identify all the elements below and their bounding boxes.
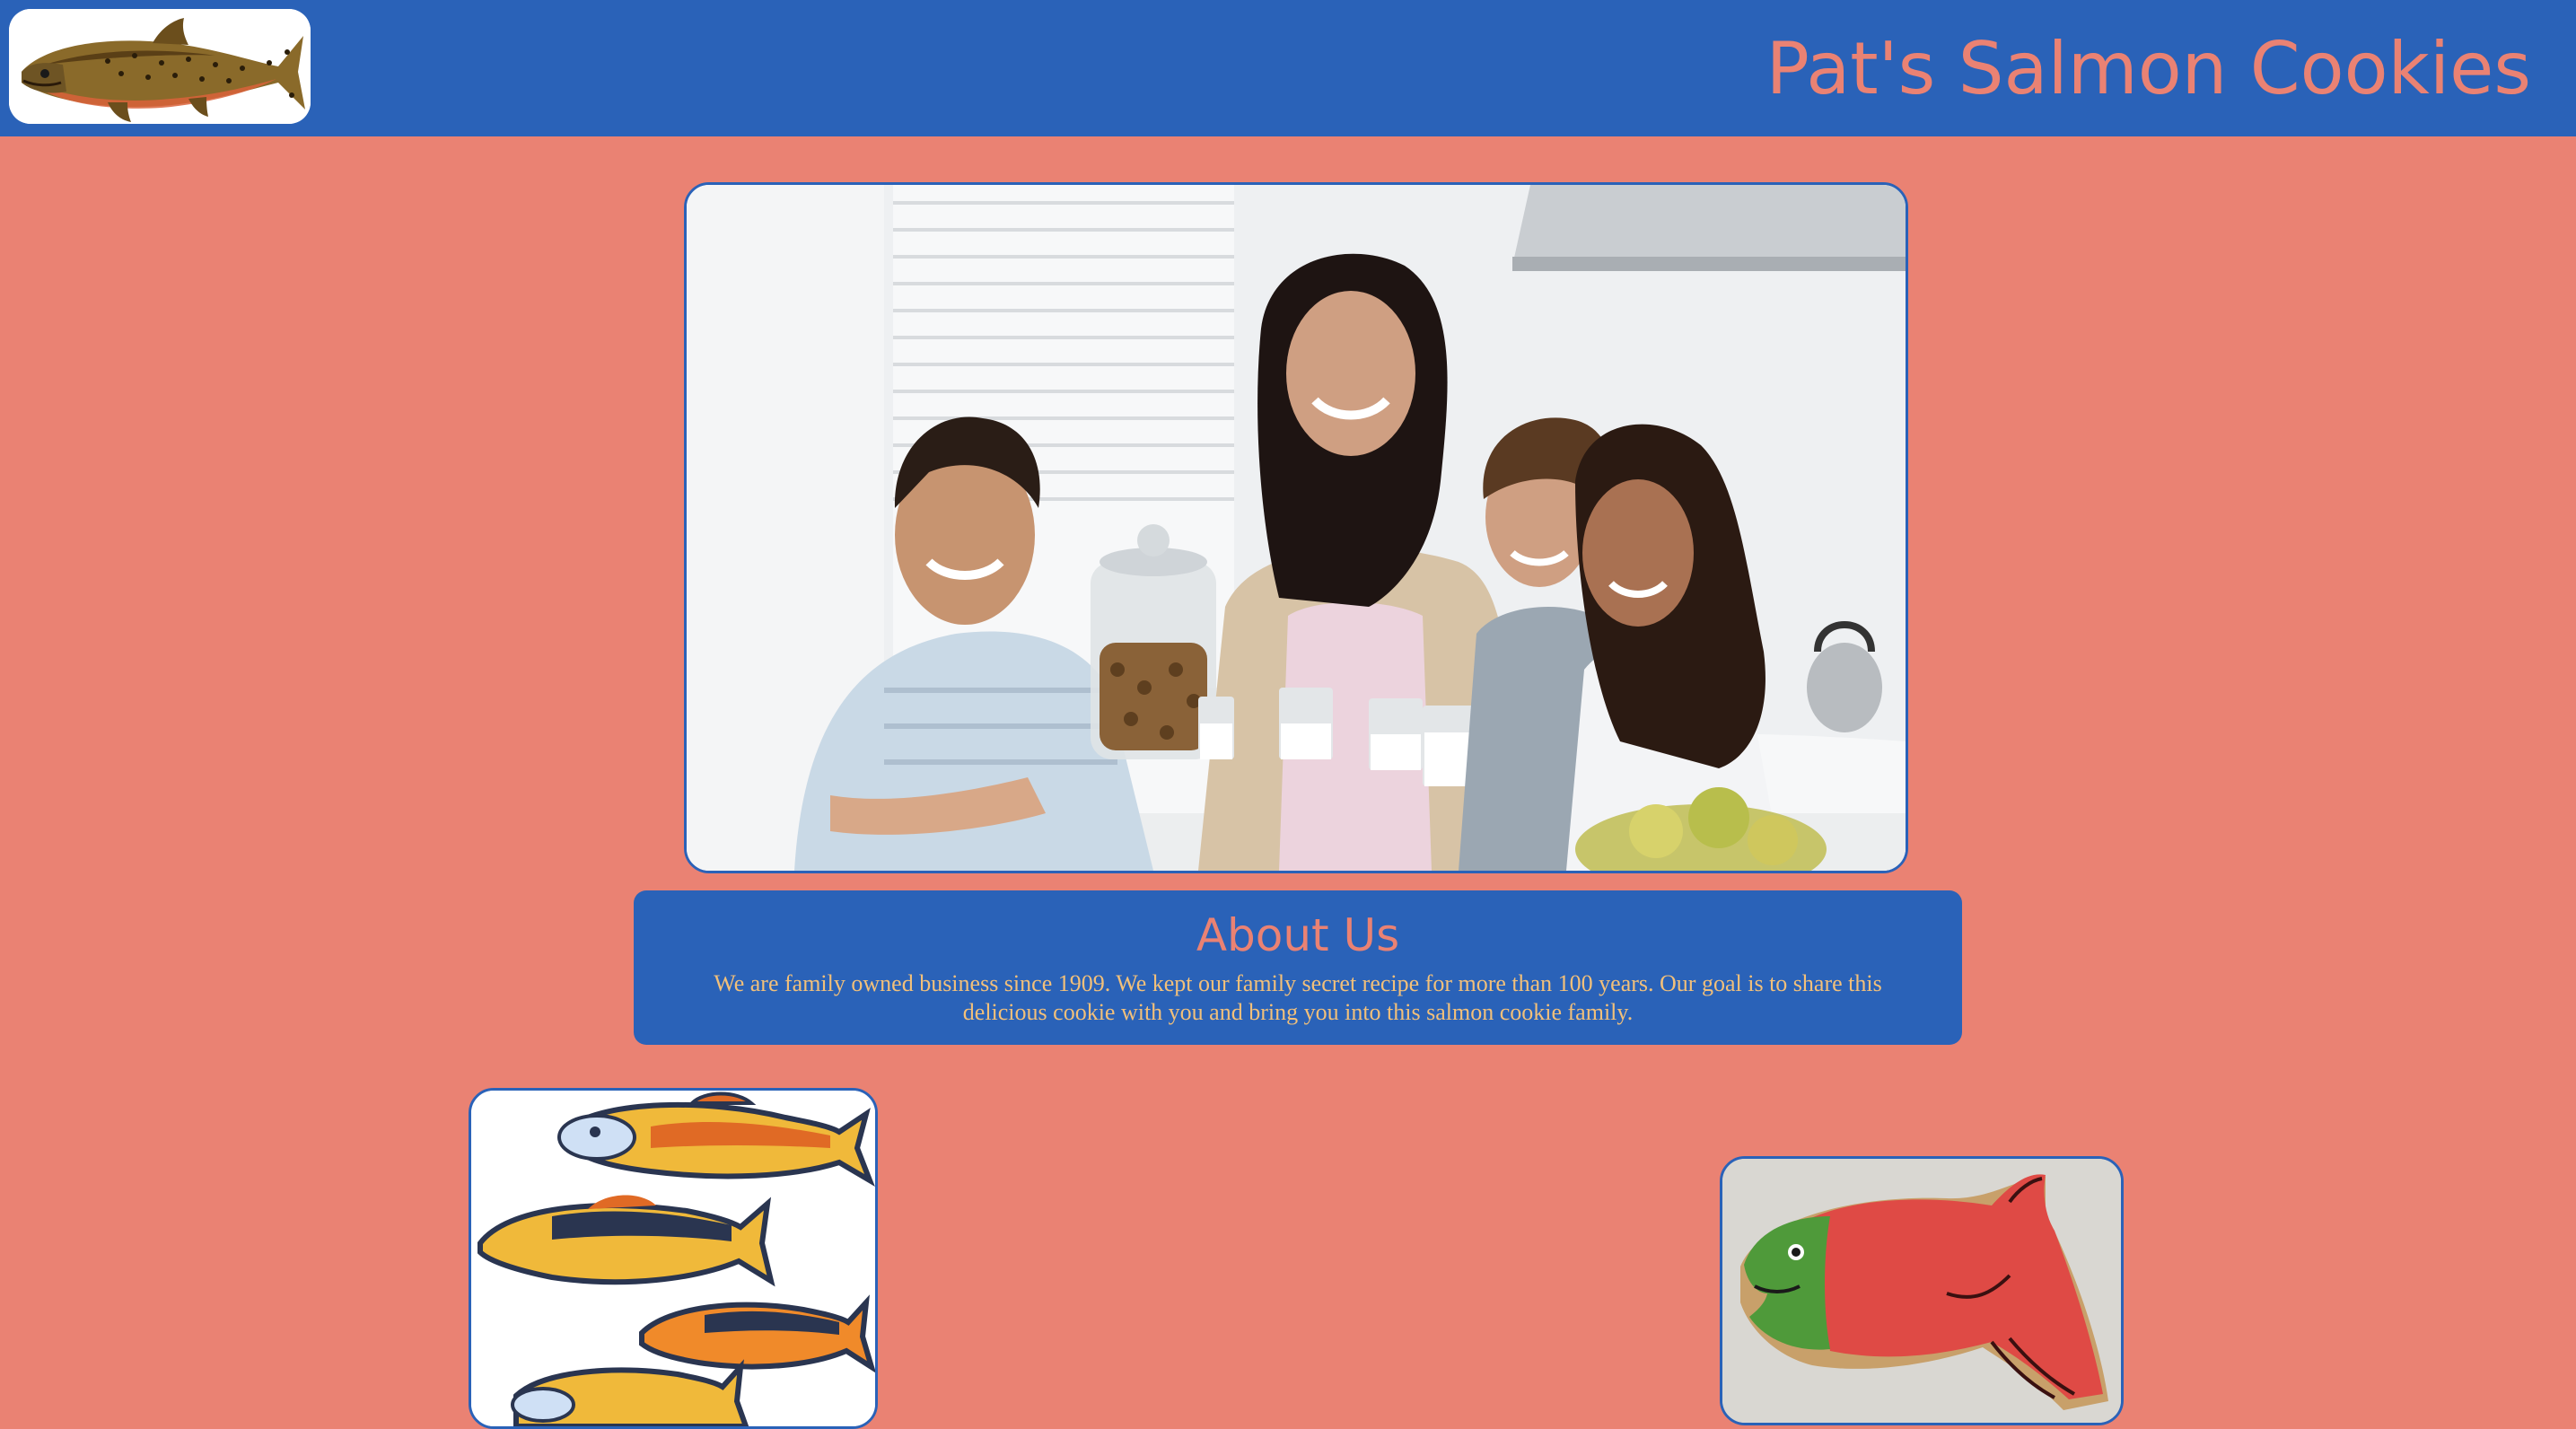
decorated-salmon-cookies-photo [469, 1088, 878, 1429]
site-header: Pat's Salmon Cookies [0, 0, 2576, 136]
family-kitchen-photo [684, 182, 1908, 873]
about-title: About Us [1196, 909, 1400, 961]
red-green-salmon-cookie-photo [1720, 1156, 2124, 1425]
salmon-logo-icon[interactable] [9, 9, 311, 124]
site-title: Pat's Salmon Cookies [1766, 27, 2531, 110]
about-section: About Us We are family owned business si… [634, 890, 1962, 1045]
about-text: We are family owned business since 1909.… [714, 970, 1882, 1025]
